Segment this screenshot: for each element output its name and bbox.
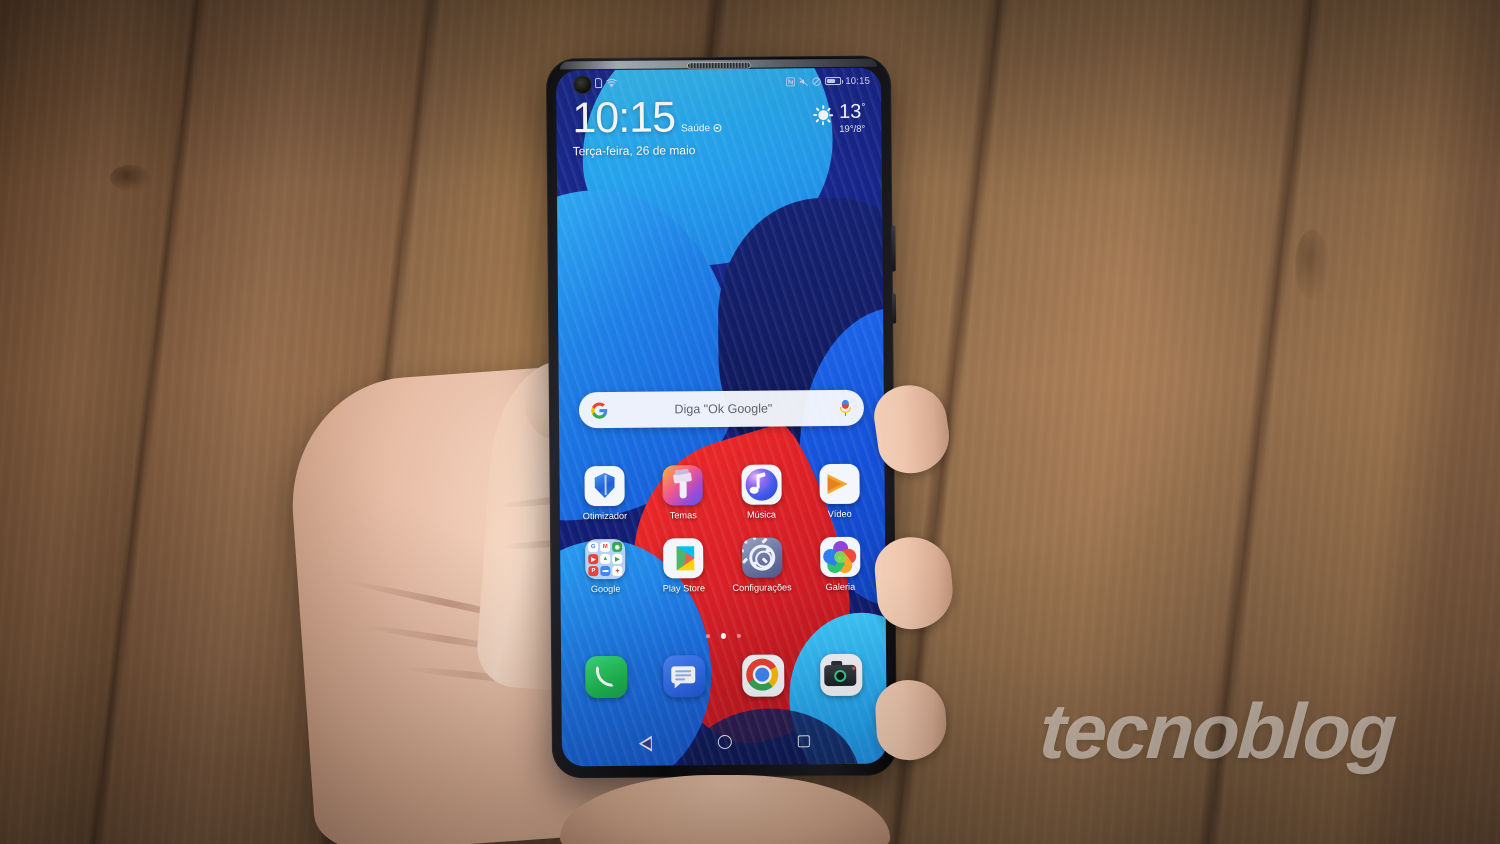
tecnoblog-watermark: tecnoblog (1036, 687, 1398, 775)
photo-scene: 10:15 10:15 Saúde (0, 0, 1500, 844)
